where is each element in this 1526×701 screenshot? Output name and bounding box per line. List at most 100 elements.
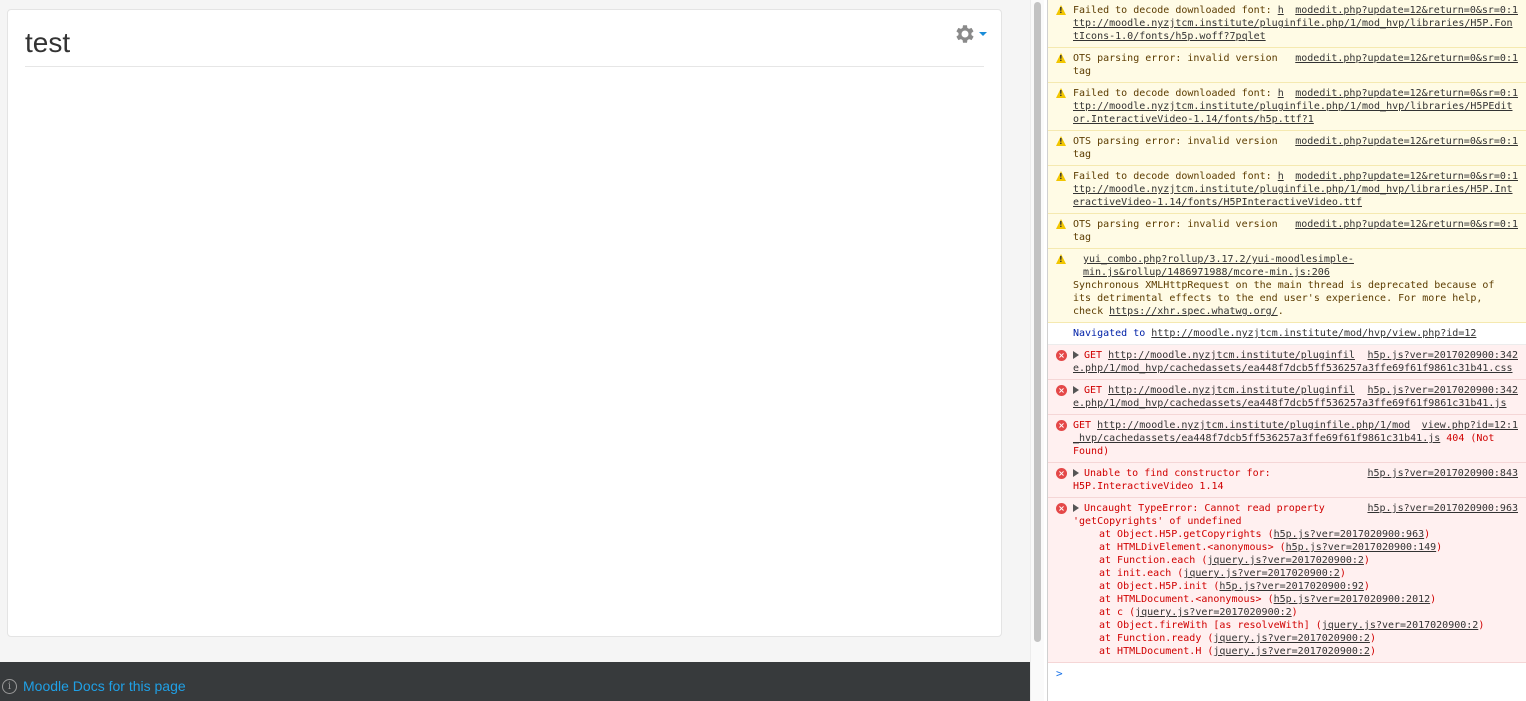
page-footer: i Moodle Docs for this page (0, 662, 1030, 701)
message-source-link[interactable]: yui_combo.php?rollup/3.17.2/yui-moodlesi… (1083, 253, 1518, 279)
expand-triangle-icon[interactable] (1073, 469, 1079, 477)
stack-frame-close: ) (1430, 594, 1437, 605)
stack-frame-close: ) (1363, 581, 1370, 592)
title-divider (25, 66, 984, 67)
stack-frame-link[interactable]: jquery.js?ver=2017020900:2 (1213, 646, 1370, 657)
stack-frame-close: ) (1424, 529, 1431, 540)
stack-frame: at c (jquery.js?ver=2017020900:2) (1073, 606, 1518, 619)
error-icon: × (1056, 350, 1067, 361)
stack-frame-text: at HTMLDivElement.<anonymous> ( (1099, 542, 1286, 553)
stack-frame-close: ) (1436, 542, 1443, 553)
stack-frame-link[interactable]: h5p.js?ver=2017020900:149 (1286, 542, 1437, 553)
console-message: yui_combo.php?rollup/3.17.2/yui-moodlesi… (1048, 249, 1526, 323)
message-text: GET (1084, 385, 1109, 396)
stack-frame-close: ) (1291, 607, 1298, 618)
warning-icon (1056, 171, 1066, 181)
expand-triangle-icon[interactable] (1073, 351, 1079, 359)
console-prompt[interactable]: > (1048, 663, 1526, 684)
message-source-link[interactable]: h5p.js?ver=2017020900:342 (1367, 384, 1518, 397)
chevron-down-icon (979, 32, 987, 36)
console-message: × h5p.js?ver=2017020900:843 Unable to find… (1048, 463, 1526, 498)
warning-icon (1056, 136, 1066, 146)
stack-frame-text: at c ( (1099, 607, 1136, 618)
activity-card: test (7, 9, 1002, 637)
expand-triangle-icon[interactable] (1073, 504, 1079, 512)
message-source-link[interactable]: modedit.php?update=12&return=0&sr=0:1 (1295, 135, 1518, 148)
message-source-link[interactable]: modedit.php?update=12&return=0&sr=0:1 (1295, 4, 1518, 17)
stack-frame: at Object.fireWith [as resolveWith] (jqu… (1073, 619, 1518, 632)
message-url-link[interactable]: http://moodle.nyzjtcm.institute/pluginfi… (1073, 420, 1440, 444)
stack-frame: at Function.each (jquery.js?ver=20170209… (1073, 554, 1518, 567)
console-message: × h5p.js?ver=2017020900:342 GET http://moo… (1048, 345, 1526, 380)
stack-frame-text: at HTMLDocument.H ( (1099, 646, 1214, 657)
warning-icon (1056, 88, 1066, 98)
message-text: Failed to decode downloaded font: (1073, 171, 1278, 182)
stack-frame-link[interactable]: h5p.js?ver=2017020900:2012 (1274, 594, 1431, 605)
stack-frame-close: ) (1369, 633, 1376, 644)
stack-frame-text: at Function.each ( (1099, 555, 1208, 566)
expand-triangle-icon[interactable] (1073, 386, 1079, 394)
message-source-link[interactable]: modedit.php?update=12&return=0&sr=0:1 (1295, 87, 1518, 100)
console-message: × h5p.js?ver=2017020900:342 GET http://moo… (1048, 380, 1526, 415)
console-message: modedit.php?update=12&return=0&sr=0:1 OTS… (1048, 214, 1526, 249)
error-icon: × (1056, 503, 1067, 514)
stack-frame-link[interactable]: jquery.js?ver=2017020900:2 (1135, 607, 1292, 618)
stack-frame-link[interactable]: h5p.js?ver=2017020900:92 (1219, 581, 1364, 592)
stack-frame: at init.each (jquery.js?ver=2017020900:2… (1073, 567, 1518, 580)
stack-frame: at HTMLDocument.<anonymous> (h5p.js?ver=… (1073, 593, 1518, 606)
devtools-console: modedit.php?update=12&return=0&sr=0:1 Fai… (1047, 0, 1526, 701)
stack-frame-text: at Object.H5P.getCopyrights ( (1099, 529, 1274, 540)
message-text: OTS parsing error: invalid version tag (1073, 219, 1278, 243)
message-suffix: . (1277, 306, 1284, 317)
moodle-docs-link[interactable]: i Moodle Docs for this page (2, 678, 186, 694)
message-url-link[interactable]: http://moodle.nyzjtcm.institute/mod/hvp/… (1151, 328, 1476, 339)
stack-frame-link[interactable]: jquery.js?ver=2017020900:2 (1322, 620, 1479, 631)
stack-frame: at HTMLDocument.H (jquery.js?ver=2017020… (1073, 645, 1518, 658)
message-url-link[interactable]: https://xhr.spec.whatwg.org/ (1109, 306, 1278, 317)
stack-frame-close: ) (1363, 555, 1370, 566)
error-icon: × (1056, 385, 1067, 396)
warning-icon (1056, 53, 1066, 63)
error-icon: × (1056, 420, 1067, 431)
console-message: modedit.php?update=12&return=0&sr=0:1 Fai… (1048, 0, 1526, 48)
console-message: modedit.php?update=12&return=0&sr=0:1 Fai… (1048, 83, 1526, 131)
message-text: GET (1084, 350, 1109, 361)
scrollbar-thumb[interactable] (1034, 2, 1041, 642)
stack-frame-link[interactable]: jquery.js?ver=2017020900:2 (1207, 555, 1364, 566)
message-source-link[interactable]: h5p.js?ver=2017020900:342 (1367, 349, 1518, 362)
message-text: Navigated to (1073, 328, 1152, 339)
console-message: Navigated to http://moodle.nyzjtcm.insti… (1048, 323, 1526, 345)
gear-icon (956, 25, 974, 43)
settings-menu-button[interactable] (951, 22, 987, 46)
console-message: modedit.php?update=12&return=0&sr=0:1 OTS… (1048, 48, 1526, 83)
message-source-link[interactable]: h5p.js?ver=2017020900:843 (1367, 467, 1518, 480)
stack-frame: at Object.H5P.getCopyrights (h5p.js?ver=… (1073, 528, 1518, 541)
console-message: × h5p.js?ver=2017020900:963 Uncaught TypeE… (1048, 498, 1526, 663)
stack-frame-link[interactable]: h5p.js?ver=2017020900:963 (1274, 529, 1425, 540)
message-text: OTS parsing error: invalid version tag (1073, 136, 1278, 160)
page-scrollbar[interactable] (1030, 0, 1044, 701)
stack-frame-text: at init.each ( (1099, 568, 1184, 579)
message-text: GET (1073, 420, 1098, 431)
stack-frame-link[interactable]: jquery.js?ver=2017020900:2 (1213, 633, 1370, 644)
warning-icon (1056, 254, 1066, 264)
error-icon: × (1056, 468, 1067, 479)
message-source-link[interactable]: modedit.php?update=12&return=0&sr=0:1 (1295, 52, 1518, 65)
message-source-link[interactable]: h5p.js?ver=2017020900:963 (1367, 502, 1518, 515)
console-message: modedit.php?update=12&return=0&sr=0:1 Fai… (1048, 166, 1526, 214)
message-source-link[interactable]: modedit.php?update=12&return=0&sr=0:1 (1295, 218, 1518, 231)
stack-frame-text: at Object.fireWith [as resolveWith] ( (1099, 620, 1322, 631)
stack-frame: at Object.H5P.init (h5p.js?ver=201702090… (1073, 580, 1518, 593)
message-source-link[interactable]: modedit.php?update=12&return=0&sr=0:1 (1295, 170, 1518, 183)
message-text: OTS parsing error: invalid version tag (1073, 53, 1278, 77)
message-text: Failed to decode downloaded font: (1073, 88, 1278, 99)
message-text: Failed to decode downloaded font: (1073, 5, 1278, 16)
page-title: test (25, 27, 71, 58)
message-text: Uncaught TypeError: Cannot read property… (1073, 503, 1325, 527)
message-source-link[interactable]: view.php?id=12:1 (1422, 419, 1518, 432)
console-message-list: modedit.php?update=12&return=0&sr=0:1 Fai… (1048, 0, 1526, 663)
message-text: Unable to find constructor for: H5P.Inte… (1073, 468, 1271, 492)
stack-frame-close: ) (1478, 620, 1485, 631)
stack-frame-link[interactable]: jquery.js?ver=2017020900:2 (1183, 568, 1340, 579)
stack-frame-text: at HTMLDocument.<anonymous> ( (1099, 594, 1274, 605)
